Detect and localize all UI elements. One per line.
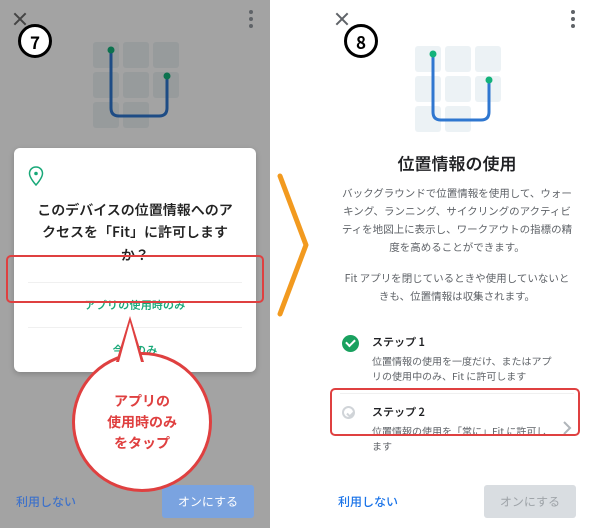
callout-bubble: アプリの 使用時のみ をタップ: [72, 352, 212, 492]
more-icon[interactable]: [568, 10, 578, 30]
description-secondary: Fit アプリを閉じているときや使用していないときも、位置情報は収集されます。: [340, 270, 574, 306]
next-arrow-icon: [274, 170, 314, 320]
page-title: 位置情報の使用: [340, 150, 574, 175]
map-illustration-right: [397, 40, 517, 140]
pending-icon: [342, 406, 355, 419]
callout-text: アプリの 使用時のみ をタップ: [107, 391, 177, 454]
deny-button[interactable]: 利用しない: [338, 493, 398, 510]
step-1-subtitle: 位置情報の使用を一度だけ、またはアプリの使用中のみ、Fit に許可します: [372, 353, 556, 383]
location-pin-icon: [28, 166, 242, 191]
step-2[interactable]: ステップ 2 位置情報の使用を「常に」Fit に許可します: [340, 393, 574, 463]
check-icon: [342, 335, 359, 352]
enable-button[interactable]: オンにする: [162, 485, 254, 518]
step-badge-7: 7: [18, 24, 52, 58]
description: バックグラウンドで位置情報を使用して、ウォーキング、ランニング、サイクリングのア…: [340, 185, 574, 256]
step-1[interactable]: ステップ 1 位置情報の使用を一度だけ、またはアプリの使用中のみ、Fit に許可…: [340, 324, 574, 393]
bottom-bar-right: 利用しない オンにする: [322, 485, 592, 518]
step-badge-8: 8: [344, 24, 378, 58]
enable-button[interactable]: オンにする: [484, 485, 576, 518]
step-2-subtitle: 位置情報の使用を「常に」Fit に許可します: [372, 423, 556, 453]
chevron-right-icon: [562, 417, 572, 441]
permission-question: このデバイスの位置情報へのアクセスを「Fit」に許可しますか？: [28, 199, 242, 282]
close-icon[interactable]: [332, 10, 352, 30]
step-1-title: ステップ 1: [372, 334, 556, 350]
location-content: 位置情報の使用 バックグラウンドで位置情報を使用して、ウォーキング、ランニング、…: [322, 150, 592, 463]
steps-list: ステップ 1 位置情報の使用を一度だけ、またはアプリの使用中のみ、Fit に許可…: [340, 324, 574, 463]
step-2-title: ステップ 2: [372, 404, 556, 420]
deny-button[interactable]: 利用しない: [16, 493, 76, 510]
more-icon[interactable]: [246, 10, 256, 30]
screen-step-8: 位置情報の使用 バックグラウンドで位置情報を使用して、ウォーキング、ランニング、…: [322, 0, 592, 528]
